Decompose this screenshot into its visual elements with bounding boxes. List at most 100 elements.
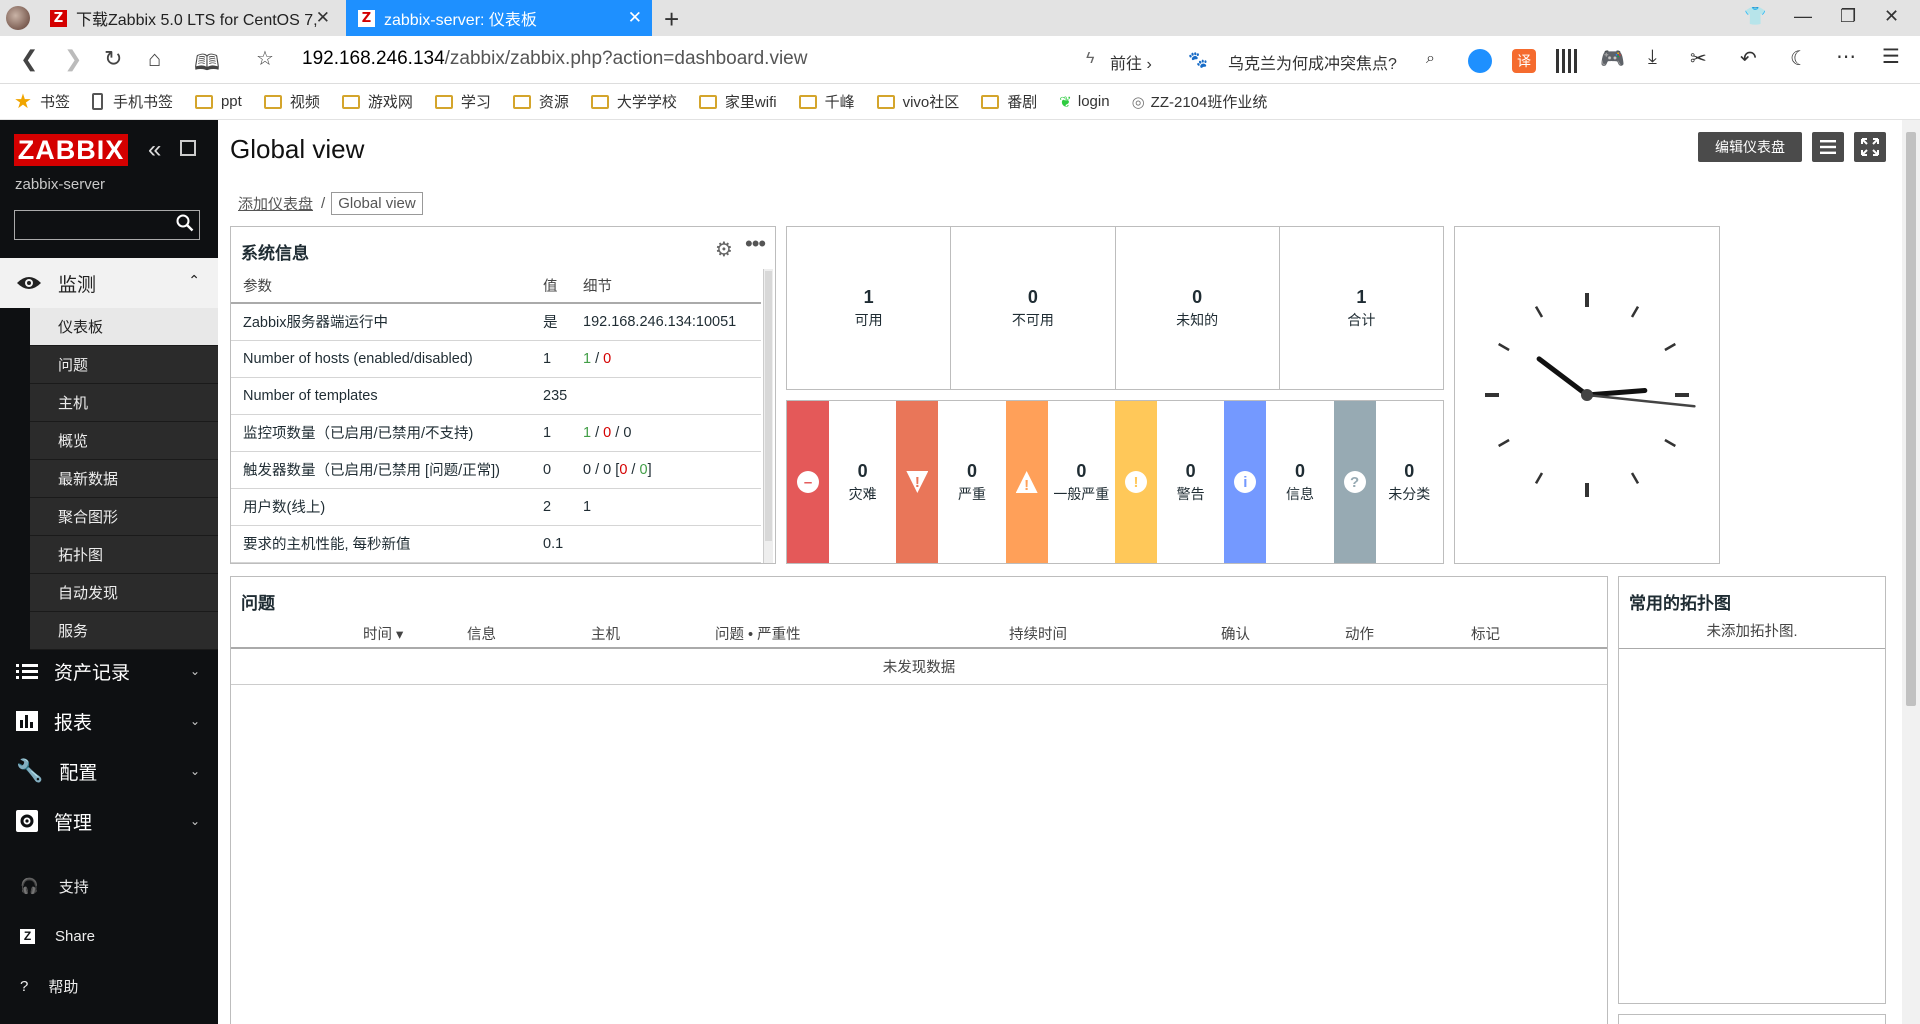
availability-label: 不可用 — [1011, 311, 1054, 328]
bookmark-item[interactable]: ❦ login — [1059, 93, 1109, 111]
availability-available[interactable]: 1 可用 — [787, 227, 952, 389]
detail-cell: 192.168.246.134:10051 — [571, 303, 761, 341]
undo-icon[interactable]: ↶ — [1740, 46, 1757, 71]
bookmark-item[interactable]: vivo社区 — [876, 91, 959, 112]
page-scrollbar[interactable] — [1902, 120, 1920, 1024]
breadcrumb-add-dashboard[interactable]: 添加仪表盘 — [238, 193, 313, 214]
new-tab-button[interactable]: + — [664, 4, 679, 35]
widget-scrollbar[interactable] — [763, 269, 773, 563]
severity-warning[interactable]: ! 0 警告 — [1114, 401, 1224, 563]
home-icon[interactable]: ⌂ — [148, 46, 161, 72]
severity-high[interactable]: ! 0 严重 — [896, 401, 1005, 563]
menu-support[interactable]: 🎧 支持 — [0, 866, 218, 906]
menu-help[interactable]: ? 帮助 — [0, 966, 218, 1006]
submenu-services[interactable]: 服务 — [30, 612, 218, 650]
submenu-discovery[interactable]: 自动发现 — [30, 574, 218, 612]
shirt-icon[interactable]: 👕 — [1744, 6, 1766, 27]
param-cell: 要求的主机性能, 每秒新值 — [231, 525, 531, 563]
folder-icon — [981, 94, 1000, 109]
widget-title: 系统信息 — [241, 244, 309, 263]
problem-count: 0 — [619, 461, 628, 478]
forward-go-link[interactable]: 前往 › — [1110, 50, 1152, 74]
address-bar[interactable]: 192.168.246.134/zabbix/zabbix.php?action… — [302, 48, 807, 70]
submenu-dashboard[interactable]: 仪表板 — [30, 308, 218, 346]
menu-monitoring[interactable]: 监测 ⌃ — [0, 258, 218, 308]
bookmark-item[interactable]: 学习 — [434, 91, 491, 112]
submenu-overview[interactable]: 概览 — [30, 422, 218, 460]
menu-icon[interactable]: ☰ — [1882, 44, 1900, 69]
restore-button[interactable]: ❐ — [1840, 6, 1856, 27]
qrcode-icon[interactable] — [1556, 49, 1580, 73]
bookmark-item[interactable]: 游戏网 — [341, 91, 413, 112]
hide-sidebar-icon[interactable] — [180, 140, 196, 156]
menu-share[interactable]: Z Share — [0, 916, 218, 956]
bookmark-star-icon[interactable]: ☆ — [256, 46, 274, 71]
menu-administration[interactable]: 管理 ⌄ — [0, 796, 218, 846]
column-header-time[interactable]: 时间 ▾ — [363, 623, 403, 644]
detail-cell: 0 / 0 [0 / 0] — [571, 451, 761, 489]
profile-avatar[interactable] — [6, 6, 30, 30]
severity-average[interactable]: ! 0 一般严重 — [1005, 401, 1115, 563]
bookmark-item[interactable]: 手机书签 — [91, 91, 173, 112]
severity-not-classified[interactable]: ? 0 未分类 — [1333, 401, 1443, 563]
fullscreen-button[interactable] — [1854, 132, 1886, 162]
gear-icon[interactable]: ⚙ — [715, 237, 733, 262]
search-suggestion[interactable]: 乌克兰为何成冲突焦点? — [1228, 50, 1397, 74]
more-icon[interactable]: ••• — [745, 231, 766, 257]
scrollbar-thumb[interactable] — [1906, 132, 1916, 706]
forward-icon[interactable]: ❯ — [64, 46, 82, 72]
bookmark-item[interactable]: 千峰 — [798, 91, 855, 112]
scrollbar-thumb[interactable] — [765, 271, 772, 541]
param-cell: Zabbix服务器端运行中 — [231, 303, 531, 341]
reload-icon[interactable]: ↻ — [104, 46, 122, 72]
clock-tick — [1498, 438, 1510, 448]
submenu-problems[interactable]: 问题 — [30, 346, 218, 384]
back-icon[interactable]: ❮ — [20, 46, 38, 72]
bookmark-item[interactable]: 视频 — [263, 91, 320, 112]
availability-total[interactable]: 1 合计 — [1280, 227, 1443, 389]
submenu-hosts[interactable]: 主机 — [30, 384, 218, 422]
moon-icon[interactable]: ☾ — [1790, 46, 1808, 71]
submenu-latest-data[interactable]: 最新数据 — [30, 460, 218, 498]
breadcrumb-current[interactable]: Global view — [331, 192, 423, 215]
search-input[interactable] — [14, 210, 200, 240]
severity-disaster[interactable]: – 0 灾难 — [787, 401, 896, 563]
edit-dashboard-button[interactable]: 编辑仪表盘 — [1698, 132, 1802, 162]
menu-configuration[interactable]: 🔧 配置 ⌄ — [0, 746, 218, 796]
bookmark-item[interactable]: ◎ ZZ-2104班作业统 — [1132, 91, 1268, 112]
bookmark-item[interactable]: 大学学校 — [590, 91, 677, 112]
translate-icon[interactable]: 译 — [1512, 49, 1536, 73]
extension-infinity-icon[interactable] — [1468, 49, 1492, 73]
severity-information[interactable]: i 0 信息 — [1224, 401, 1333, 563]
download-icon[interactable]: ⤓ — [1648, 46, 1657, 69]
submenu-maps[interactable]: 拓扑图 — [30, 536, 218, 574]
gamepad-icon[interactable]: 🎮 — [1600, 46, 1625, 71]
minimize-button[interactable]: — — [1794, 6, 1812, 27]
bookmark-item[interactable]: 番剧 — [981, 91, 1037, 112]
collapse-sidebar-icon[interactable]: « — [148, 136, 161, 164]
close-window-button[interactable]: ✕ — [1884, 6, 1899, 27]
reader-icon[interactable]: 🕮 — [194, 46, 220, 84]
browser-tab-download[interactable]: Z 下载Zabbix 5.0 LTS for CentOS 7, ✕ — [40, 0, 340, 36]
zabbix-logo[interactable]: ZABBIX — [14, 134, 128, 166]
bookmark-item[interactable]: ★ 书签 — [14, 89, 70, 114]
menu-reports[interactable]: 报表 ⌄ — [0, 696, 218, 746]
availability-unavailable[interactable]: 0 不可用 — [951, 227, 1116, 389]
more-icon[interactable]: ⋯ — [1836, 44, 1856, 69]
baidu-paw-icon: 🐾 — [1188, 52, 1208, 69]
close-icon[interactable]: ✕ — [628, 8, 642, 28]
search-icon[interactable]: ⌕ — [1426, 50, 1435, 68]
browser-tab-dashboard[interactable]: Z zabbix-server: 仪表板 ✕ — [346, 0, 652, 36]
dashboard-actions-button[interactable] — [1812, 132, 1844, 162]
scissors-icon[interactable]: ✂ — [1690, 46, 1707, 71]
availability-unknown[interactable]: 0 未知的 — [1116, 227, 1280, 389]
menu-inventory[interactable]: 资产记录 ⌄ — [0, 646, 218, 696]
submenu-screens[interactable]: 聚合图形 — [30, 498, 218, 536]
folder-icon — [434, 94, 453, 109]
enabled-count: 0 — [583, 461, 592, 478]
bookmark-item[interactable]: 家里wifi — [698, 91, 777, 112]
bookmark-item[interactable]: ppt — [194, 93, 242, 110]
search-icon[interactable] — [176, 214, 194, 232]
close-icon[interactable]: ✕ — [316, 8, 330, 28]
bookmark-item[interactable]: 资源 — [512, 91, 569, 112]
